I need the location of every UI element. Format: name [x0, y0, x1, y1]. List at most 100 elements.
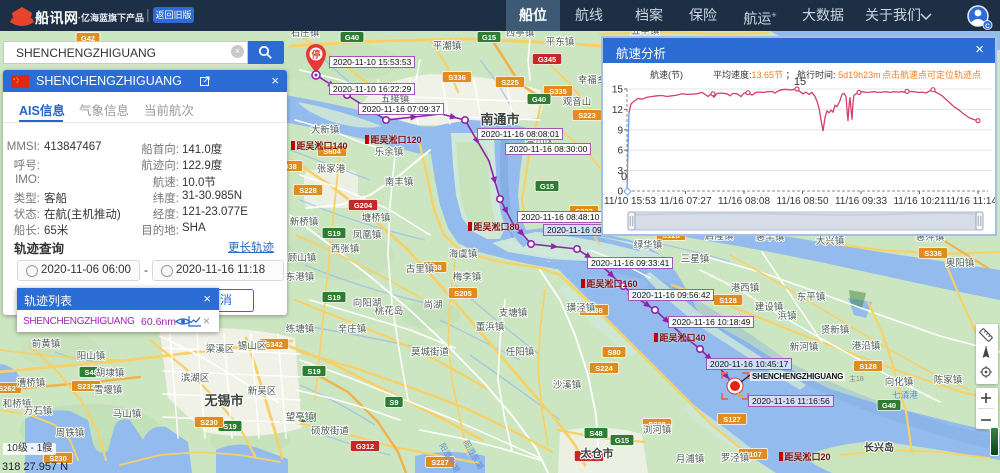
svg-text:C: C [985, 23, 990, 30]
svg-text:乐余镇: 乐余镇 [375, 146, 404, 158]
svg-text:璜泾镇: 璜泾镇 [567, 302, 596, 314]
svg-text:锡山区: 锡山区 [238, 340, 267, 352]
svg-text:S335: S335 [549, 87, 567, 96]
svg-text:漕桥镇: 漕桥镇 [17, 377, 46, 389]
svg-text:S230: S230 [200, 418, 218, 427]
svg-text:G40: G40 [882, 401, 896, 410]
svg-text:11/16 11:14: 11/16 11:14 [946, 196, 995, 207]
svg-text:港沿镇: 港沿镇 [852, 340, 881, 352]
svg-text:12: 12 [612, 105, 624, 116]
svg-text:硕放街道: 硕放街道 [311, 425, 350, 437]
svg-text:三星镇: 三星镇 [681, 253, 710, 265]
svg-text:G204: G204 [354, 201, 373, 210]
svg-text:停: 停 [311, 49, 320, 60]
svg-text:望亭镇: 望亭镇 [286, 411, 315, 423]
svg-text:无锡市: 无锡市 [203, 393, 243, 408]
svg-text:S19: S19 [223, 422, 236, 431]
svg-text:S127: S127 [723, 415, 741, 424]
svg-text:莫城街道: 莫城街道 [411, 346, 450, 358]
svg-text:雪堰镇: 雪堰镇 [94, 384, 123, 396]
svg-text:G345: G345 [538, 55, 556, 64]
svg-text:9: 9 [617, 125, 623, 136]
svg-text:S19: S19 [327, 229, 340, 238]
svg-text:长兴岛: 长兴岛 [864, 441, 894, 454]
svg-text:新吴区: 新吴区 [248, 385, 277, 397]
svg-text:11/16 10:21: 11/16 10:21 [893, 196, 946, 207]
svg-text:马山镇: 马山镇 [113, 408, 142, 420]
svg-text:向化镇: 向化镇 [885, 376, 914, 388]
svg-text:S128: S128 [859, 362, 877, 371]
svg-text:S48: S48 [589, 429, 602, 438]
svg-text:11/10 15:53: 11/10 15:53 [604, 196, 657, 207]
svg-text:S205: S205 [454, 289, 472, 298]
svg-text:阳山镇: 阳山镇 [77, 350, 106, 362]
svg-text:11/16 08:08: 11/16 08:08 [718, 196, 771, 207]
svg-text:贤新镇: 贤新镇 [821, 324, 850, 336]
svg-text:平东镇: 平东镇 [546, 36, 575, 48]
svg-text:S262: S262 [0, 384, 16, 393]
svg-text:11/16 08:50: 11/16 08:50 [776, 196, 829, 207]
svg-text:练塘镇: 练塘镇 [286, 323, 315, 335]
svg-text:S128: S128 [719, 296, 737, 305]
svg-text:点击航速点可定位轨迹点: 点击航速点可定位轨迹点 [882, 69, 981, 80]
svg-text:S342: S342 [265, 340, 283, 349]
svg-text:S223: S223 [578, 111, 596, 120]
svg-text:G40: G40 [532, 95, 546, 104]
svg-text:梁溪区: 梁溪区 [206, 343, 235, 355]
svg-text:S228: S228 [299, 186, 317, 195]
svg-text:港西镇: 港西镇 [731, 282, 760, 294]
svg-text:观音山: 观音山 [563, 96, 592, 108]
svg-text:S19: S19 [327, 293, 340, 302]
svg-text:15: 15 [794, 76, 806, 88]
svg-text:张家港: 张家港 [317, 163, 346, 175]
svg-text:辛庄镇: 辛庄镇 [338, 323, 367, 335]
svg-text:11/16 07:27: 11/16 07:27 [659, 196, 712, 207]
svg-text:航速(节): 航速(节) [650, 69, 683, 80]
svg-text:凤凰镇: 凤凰镇 [353, 229, 382, 241]
svg-text:罗泾镇: 罗泾镇 [721, 452, 750, 464]
svg-text:15: 15 [612, 85, 624, 96]
svg-text:S80: S80 [607, 348, 620, 357]
svg-text:S225: S225 [501, 78, 519, 87]
svg-text:滨湖区: 滨湖区 [181, 372, 210, 384]
svg-text:S224: S224 [595, 364, 613, 373]
svg-text:月浦镇: 月浦镇 [676, 453, 705, 465]
svg-text:G312: G312 [356, 442, 374, 451]
svg-text:6: 6 [617, 146, 623, 157]
svg-text:西张镇: 西张镇 [331, 243, 360, 255]
svg-text:董浜镇: 董浜镇 [476, 321, 505, 333]
svg-text:G15: G15 [615, 436, 629, 445]
svg-text:海虞镇: 海虞镇 [449, 248, 478, 260]
svg-text:绿华镇: 绿华镇 [634, 239, 663, 251]
svg-text:古里镇: 古里镇 [406, 263, 435, 275]
svg-text:万石镇: 万石镇 [24, 405, 53, 417]
svg-text:尚湖: 尚湖 [423, 299, 442, 311]
svg-text:南丰镇: 南丰镇 [385, 176, 414, 188]
svg-text:陈家镇: 陈家镇 [934, 374, 963, 386]
svg-text:塘桥镇: 塘桥镇 [362, 212, 391, 224]
svg-text:新河镇: 新河镇 [790, 341, 819, 353]
svg-text:周铁镇: 周铁镇 [56, 427, 85, 439]
svg-text:11/16 09:33: 11/16 09:33 [835, 196, 888, 207]
svg-text:西亭镇: 西亭镇 [506, 31, 535, 39]
svg-text:支塘镇: 支塘镇 [499, 307, 528, 319]
svg-text:七潹港: 七潹港 [892, 390, 918, 400]
svg-text:浏河镇: 浏河镇 [643, 424, 672, 436]
svg-text:沙溪镇: 沙溪镇 [553, 379, 582, 391]
svg-text:新桥镇: 新桥镇 [290, 216, 319, 228]
svg-text:S232: S232 [77, 382, 95, 391]
svg-text:浜镇: 浜镇 [777, 310, 797, 322]
svg-text:S19: S19 [307, 367, 320, 376]
svg-text:太仓市: 太仓市 [580, 446, 614, 460]
svg-text:平潮镇: 平潮镇 [433, 40, 462, 52]
svg-text:胡埭镇: 胡埭镇 [96, 367, 125, 379]
svg-text:东平镇: 东平镇 [797, 291, 826, 303]
svg-text:大新镇: 大新镇 [311, 124, 340, 136]
svg-text:0: 0 [621, 171, 627, 183]
svg-text:G15: G15 [540, 182, 554, 191]
svg-text:G15: G15 [482, 33, 496, 42]
svg-text:向阳湖: 向阳湖 [353, 297, 382, 309]
svg-text:南通市: 南通市 [480, 112, 519, 127]
svg-text:前黄镇: 前黄镇 [32, 338, 61, 350]
svg-text:石庄镇: 石庄镇 [291, 31, 320, 39]
